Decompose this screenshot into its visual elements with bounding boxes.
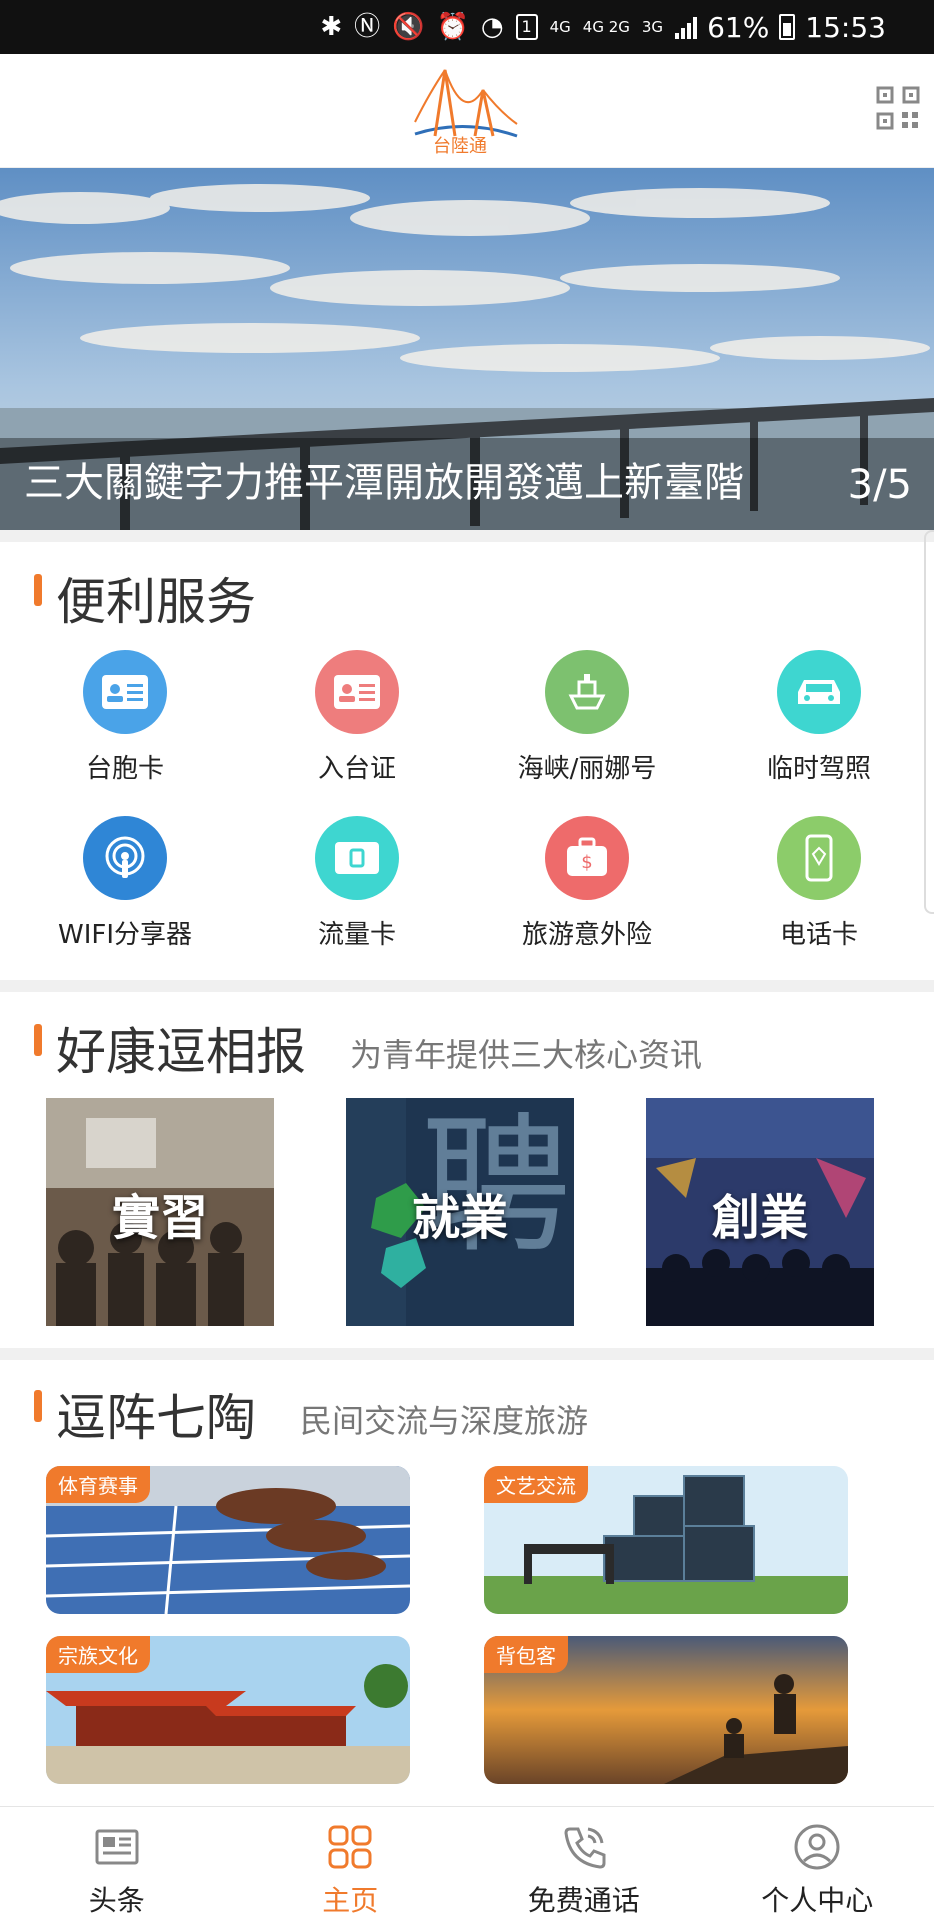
- service-ferry[interactable]: 海峡/丽娜号: [470, 650, 704, 785]
- wifi-icon: ◔: [480, 12, 504, 42]
- banner-title[interactable]: 三大關鍵字力推平潭開放開發邁上新臺階: [24, 450, 744, 508]
- alarm-icon: ⏰: [436, 12, 469, 42]
- section-title: 便利服务: [56, 573, 256, 631]
- service-label: 临时驾照: [766, 754, 871, 784]
- banner-carousel[interactable]: 三大關鍵字力推平潭開放開發邁上新臺階 3/5: [0, 168, 934, 530]
- service-wifi-router[interactable]: WIFI分享器: [8, 816, 242, 951]
- tile-tag: 背包客: [484, 1636, 568, 1673]
- battery-icon: [779, 14, 796, 40]
- card-startup[interactable]: 創業: [646, 1098, 874, 1326]
- section-accent-bar: [34, 1390, 42, 1422]
- banner-counter: 3/5: [847, 462, 912, 508]
- service-label: 入台证: [317, 754, 396, 784]
- tab-profile[interactable]: 个人中心: [701, 1807, 934, 1920]
- service-label: 海峡/丽娜号: [517, 754, 657, 784]
- app-header: 台陸通: [0, 54, 934, 168]
- qr-code-icon[interactable]: [876, 86, 920, 130]
- phone-call-icon: [560, 1823, 608, 1871]
- phone-card-icon: [777, 816, 861, 900]
- tile-sports-events[interactable]: 体育赛事: [46, 1466, 410, 1614]
- service-data-card[interactable]: 流量卡: [240, 816, 474, 951]
- card-internship[interactable]: 實習: [46, 1098, 274, 1326]
- tab-headlines[interactable]: 头条: [0, 1807, 234, 1920]
- travel-section-header: 逗阵七陶 民间交流与深度旅游: [0, 1366, 934, 1447]
- sim-card-icon: [315, 816, 399, 900]
- ship-icon: [545, 650, 629, 734]
- grid-home-icon: [326, 1823, 374, 1871]
- clock: 15:53: [805, 10, 886, 44]
- tab-label: 免费通话: [527, 1884, 640, 1917]
- service-label: 流量卡: [317, 920, 396, 950]
- section-accent-bar: [34, 574, 42, 606]
- bottom-navigation: 头条 主页 免费通话 个人中心: [0, 1806, 934, 1920]
- news-section-header: 好康逗相报 为青年提供三大核心资讯: [0, 1000, 934, 1081]
- signal-icon: [675, 15, 698, 39]
- id-card-icon: [83, 650, 167, 734]
- scroll-indicator: [924, 530, 934, 914]
- status-bar: ✱ Ⓝ 🔇 ⏰ ◔ 1 4G 4G 2G 3G 61% 15:53: [0, 0, 934, 54]
- tab-label: 头条: [88, 1884, 145, 1917]
- card-label: 實習: [111, 1190, 208, 1246]
- section-accent-bar: [34, 1024, 42, 1056]
- tile-tag: 体育赛事: [46, 1466, 150, 1503]
- network-type-1: 4G: [549, 17, 571, 36]
- services-section-header: 便利服务: [0, 550, 934, 631]
- network-type-2: 4G 2G: [582, 17, 630, 36]
- tile-tag: 文艺交流: [484, 1466, 588, 1503]
- user-profile-icon: [793, 1823, 841, 1871]
- section-subtitle: 民间交流与深度旅游: [300, 1402, 589, 1440]
- service-travel-insurance[interactable]: $ 旅游意外险: [470, 816, 704, 951]
- tab-free-call[interactable]: 免费通话: [467, 1807, 701, 1920]
- permit-card-icon: [315, 650, 399, 734]
- tile-tag: 宗族文化: [46, 1636, 150, 1673]
- service-phone-card[interactable]: 电话卡: [702, 816, 934, 951]
- section-subtitle: 为青年提供三大核心资讯: [350, 1036, 703, 1074]
- service-temp-license[interactable]: 临时驾照: [702, 650, 934, 785]
- tab-label: 个人中心: [761, 1884, 874, 1917]
- network-type-3: 3G: [641, 17, 664, 36]
- tab-home[interactable]: 主页: [234, 1807, 468, 1920]
- service-taibao-card[interactable]: 台胞卡: [8, 650, 242, 785]
- divider: [0, 1348, 934, 1360]
- wifi-hotspot-icon: [83, 816, 167, 900]
- divider: [0, 530, 934, 542]
- card-label: 就業: [411, 1190, 508, 1246]
- service-label: 台胞卡: [85, 754, 164, 784]
- battery-percent: 61%: [707, 10, 770, 44]
- service-entry-permit[interactable]: 入台证: [240, 650, 474, 785]
- app-logo[interactable]: 台陸通: [405, 62, 525, 162]
- tab-label: 主页: [322, 1884, 379, 1917]
- section-title: 逗阵七陶: [56, 1389, 256, 1447]
- card-label: 創業: [711, 1190, 808, 1246]
- divider: [0, 980, 934, 992]
- card-employment[interactable]: 聘 就業: [346, 1098, 574, 1326]
- luggage-insurance-icon: $: [545, 816, 629, 900]
- section-title: 好康逗相报: [56, 1023, 306, 1081]
- nfc-icon: Ⓝ: [354, 12, 381, 42]
- service-label: 旅游意外险: [521, 920, 652, 950]
- tile-clan-culture[interactable]: 宗族文化: [46, 1636, 410, 1784]
- bluetooth-icon: ✱: [320, 12, 343, 42]
- sim-badge: 1: [515, 14, 538, 40]
- newspaper-icon: [93, 1823, 141, 1871]
- tile-arts-exchange[interactable]: 文艺交流: [484, 1466, 848, 1614]
- svg-text:$: $: [581, 852, 592, 873]
- service-label: WIFI分享器: [58, 920, 192, 950]
- car-icon: [777, 650, 861, 734]
- tile-backpacker[interactable]: 背包客: [484, 1636, 848, 1784]
- mute-icon: 🔇: [392, 12, 425, 42]
- logo-text: 台陸通: [433, 136, 487, 157]
- service-label: 电话卡: [779, 920, 858, 950]
